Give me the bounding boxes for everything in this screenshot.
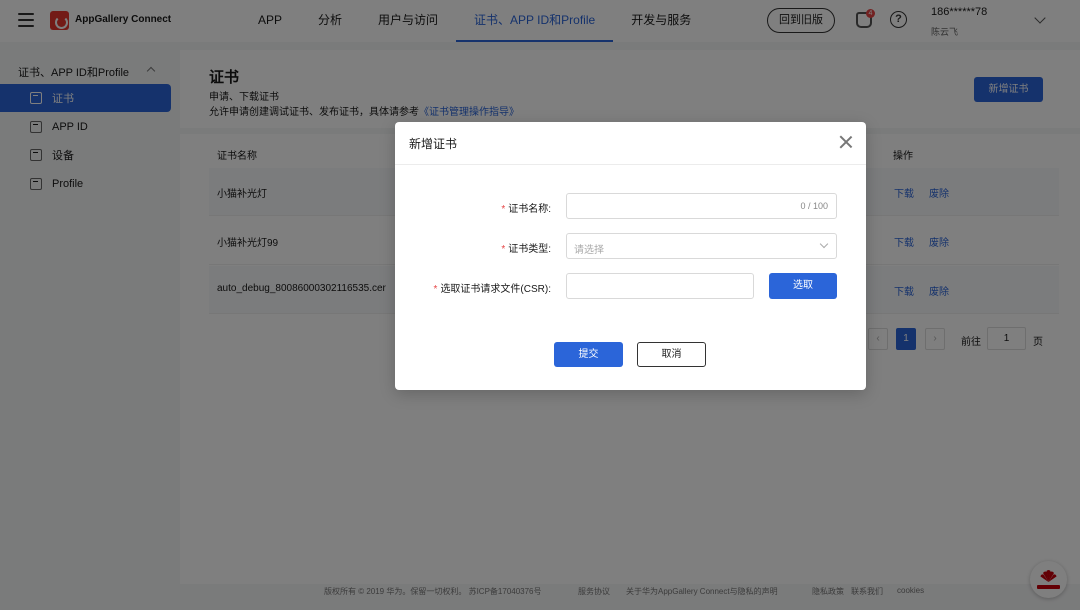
cert-name-label: * 证书名称: <box>501 200 551 215</box>
cert-type-label-text: 证书类型: <box>508 244 551 255</box>
char-counter: 0 / 100 <box>800 201 828 211</box>
submit-button[interactable]: 提交 <box>554 342 623 367</box>
cert-type-label: * 证书类型: <box>501 240 551 255</box>
cert-type-select[interactable]: 请选择 <box>566 233 837 259</box>
dialog-title: 新增证书 <box>409 137 458 151</box>
select-placeholder: 请选择 <box>574 245 604 256</box>
cert-name-label-text: 证书名称: <box>508 204 551 215</box>
csr-file-label: * 选取证书请求文件(CSR): <box>434 280 551 295</box>
required-mark: * <box>501 204 506 215</box>
required-mark: * <box>501 244 506 255</box>
cert-name-input[interactable]: 0 / 100 <box>566 193 837 219</box>
new-certificate-dialog: 新增证书 * 证书名称: 0 / 100 * 证书类型: 请选择 * 选取证书请求文件… <box>395 122 866 390</box>
chevron-down-icon <box>819 239 829 249</box>
required-mark: * <box>433 284 438 295</box>
csr-file-label-text: 选取证书请求文件(CSR): <box>440 284 551 295</box>
csr-file-field[interactable] <box>566 273 754 299</box>
cancel-button[interactable]: 取消 <box>637 342 706 367</box>
close-icon[interactable] <box>838 134 854 150</box>
dialog-divider <box>395 164 866 165</box>
pick-file-button[interactable]: 选取 <box>769 273 837 299</box>
